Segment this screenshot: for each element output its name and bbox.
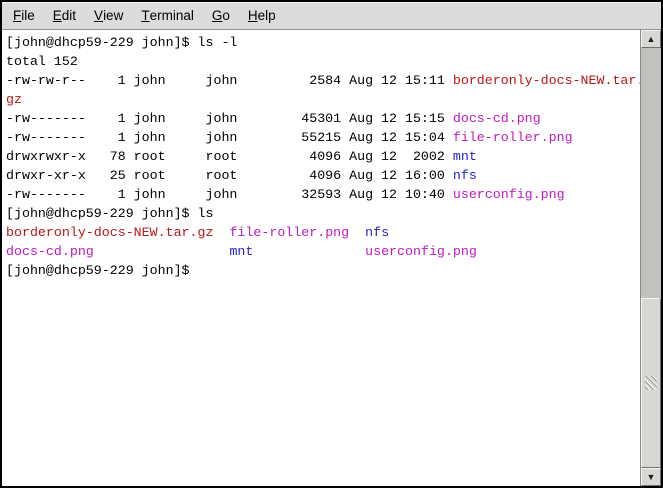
terminal-text-segment: -rw------- 1 john john 32593 Aug 12 10:4… bbox=[6, 187, 453, 202]
terminal-text-segment: userconfig.png bbox=[453, 187, 565, 202]
terminal-text-segment: [john@dhcp59-229 john]$ ls -l bbox=[6, 35, 237, 50]
terminal-line: -rw-rw-r-- 1 john john 2584 Aug 12 15:11… bbox=[6, 71, 640, 90]
terminal-text-segment: -rw------- 1 john john 45301 Aug 12 15:1… bbox=[6, 111, 453, 126]
terminal-line: total 152 bbox=[6, 52, 640, 71]
terminal-text-segment: mnt bbox=[229, 244, 253, 259]
terminal-line: [john@dhcp59-229 john]$ ls -l bbox=[6, 33, 640, 52]
terminal-line: docs-cd.png mnt userconfig.png bbox=[6, 242, 640, 261]
terminal-text-segment: file-roller.png bbox=[229, 225, 349, 240]
terminal-text-segment bbox=[213, 225, 229, 240]
menu-go[interactable]: Go bbox=[203, 2, 239, 29]
terminal-text-segment: borderonly-docs-NEW.tar.gz bbox=[6, 225, 213, 240]
terminal-text-segment bbox=[94, 244, 230, 259]
terminal-text-segment: -rw-rw-r-- 1 john john 2584 Aug 12 15:11 bbox=[6, 73, 453, 88]
terminal-text-segment bbox=[349, 225, 365, 240]
scroll-down-button[interactable]: ▼ bbox=[641, 468, 661, 486]
terminal-text-segment bbox=[253, 244, 365, 259]
scrollbar[interactable]: ▲ ▼ bbox=[640, 30, 661, 486]
terminal-body: [john@dhcp59-229 john]$ ls -l total 152 -r… bbox=[2, 30, 661, 486]
menu-edit-label: E bbox=[53, 8, 62, 23]
terminal-line: drwxr-xr-x 25 root root 4096 Aug 12 16:0… bbox=[6, 166, 640, 185]
terminal-line: -rw------- 1 john john 32593 Aug 12 10:4… bbox=[6, 185, 640, 204]
menu-view-label: V bbox=[94, 8, 103, 23]
terminal-text-segment: docs-cd.png bbox=[453, 111, 541, 126]
terminal-text-segment: -rw------- 1 john john 55215 Aug 12 15:0… bbox=[6, 130, 453, 145]
terminal-text-segment: total 152 bbox=[6, 54, 78, 69]
terminal-text-segment: [john@dhcp59-229 john]$ bbox=[6, 263, 198, 278]
scrollbar-thumb[interactable] bbox=[641, 298, 661, 468]
terminal-window: File Edit View Terminal Go Help [john@dh… bbox=[0, 0, 663, 488]
menu-file-label: F bbox=[13, 8, 21, 23]
terminal-line: drwxrwxr-x 78 root root 4096 Aug 12 2002… bbox=[6, 147, 640, 166]
terminal-text-segment: userconfig.png bbox=[365, 244, 477, 259]
down-arrow-icon: ▼ bbox=[647, 473, 656, 482]
terminal-text-segment: nfs bbox=[365, 225, 389, 240]
scroll-up-button[interactable]: ▲ bbox=[641, 30, 661, 48]
menu-bar: File Edit View Terminal Go Help bbox=[2, 2, 661, 30]
terminal-text-segment: drwxrwxr-x 78 root root 4096 Aug 12 2002 bbox=[6, 149, 453, 164]
terminal-text-segment: [john@dhcp59-229 john]$ ls bbox=[6, 206, 213, 221]
terminal-text-segment: borderonly-docs-NEW.tar. bbox=[453, 73, 640, 88]
up-arrow-icon: ▲ bbox=[647, 35, 656, 44]
menu-go-label: G bbox=[212, 8, 223, 23]
terminal-text-segment: docs-cd.png bbox=[6, 244, 94, 259]
terminal-line: [john@dhcp59-229 john]$ ls bbox=[6, 204, 640, 223]
menu-view[interactable]: View bbox=[85, 2, 132, 29]
menu-help[interactable]: Help bbox=[239, 2, 285, 29]
terminal-line: [john@dhcp59-229 john]$ bbox=[6, 261, 640, 280]
terminal-line: gz bbox=[6, 90, 640, 109]
terminal-screen[interactable]: [john@dhcp59-229 john]$ ls -l total 152 -r… bbox=[2, 30, 640, 486]
scrollbar-grip-icon bbox=[645, 376, 657, 390]
terminal-text-segment: nfs bbox=[453, 168, 477, 183]
menu-terminal[interactable]: Terminal bbox=[132, 2, 203, 29]
terminal-line: -rw------- 1 john john 45301 Aug 12 15:1… bbox=[6, 109, 640, 128]
terminal-line: borderonly-docs-NEW.tar.gz file-roller.p… bbox=[6, 223, 640, 242]
menu-help-label: H bbox=[248, 8, 258, 23]
menu-edit[interactable]: Edit bbox=[44, 2, 85, 29]
terminal-text-segment: mnt bbox=[453, 149, 477, 164]
terminal-line: -rw------- 1 john john 55215 Aug 12 15:0… bbox=[6, 128, 640, 147]
terminal-text-segment: file-roller.png bbox=[453, 130, 573, 145]
terminal-text-segment: gz bbox=[6, 92, 22, 107]
menu-terminal-label: T bbox=[141, 8, 149, 23]
terminal-text-segment: drwxr-xr-x 25 root root 4096 Aug 12 16:0… bbox=[6, 168, 453, 183]
menu-file[interactable]: File bbox=[4, 2, 44, 29]
scrollbar-track[interactable] bbox=[641, 48, 661, 468]
